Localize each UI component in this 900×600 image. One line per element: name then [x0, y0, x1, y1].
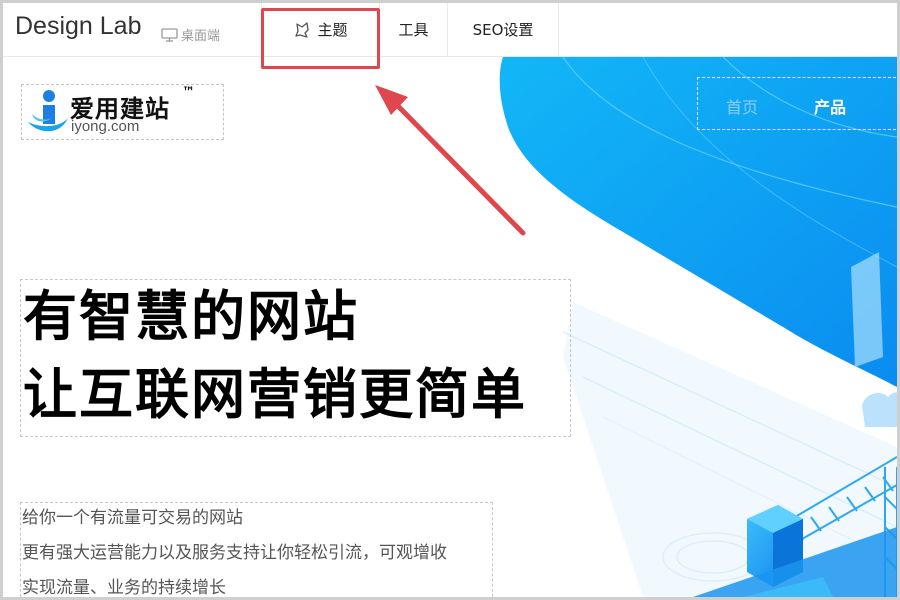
logo-trademark: ™: [182, 85, 195, 100]
monitor-icon: [161, 27, 178, 42]
logo-domain-text: iyong.com: [71, 118, 140, 135]
description-line-3: 实现流量、业务的持续增长: [22, 578, 226, 597]
site-nav: 首页 产品: [697, 77, 897, 130]
site-canvas: 爱用建站 ™ iyong.com 首页 产品 有智慧的网站 让互联网营销更简单 …: [3, 57, 897, 597]
hero-heading-line-1: 有智慧的网站: [23, 285, 359, 348]
description-line-2: 更有强大运营能力以及服务支持让你轻松引流，可观增收: [22, 543, 447, 563]
hero-heading-block[interactable]: 有智慧的网站 让互联网营销更简单: [20, 279, 571, 437]
hero-heading-line-2: 让互联网营销更简单: [23, 363, 527, 426]
nav-item-home[interactable]: 首页: [726, 94, 758, 118]
app-title: Design Lab: [15, 12, 142, 40]
hero-description-block[interactable]: 给你一个有流量可交易的网站 更有强大运营能力以及服务支持让你轻松引流，可观增收 …: [20, 502, 493, 597]
description-line-1: 给你一个有流量可交易的网站: [22, 508, 243, 528]
editor-window: Design Lab 桌面端 主题 工具 SEO设置 爱用建站 ™ iyong.…: [0, 0, 900, 600]
annotation-highlight-box: [261, 8, 380, 69]
editor-toolbar: Design Lab 桌面端 主题 工具 SEO设置: [3, 3, 897, 57]
tab-seo-settings[interactable]: SEO设置: [447, 3, 559, 56]
tab-seo-label: SEO设置: [472, 21, 534, 39]
tab-tools[interactable]: 工具: [379, 3, 447, 56]
tab-tools-label: 工具: [398, 21, 429, 39]
device-label: 桌面端: [181, 29, 221, 44]
nav-item-products[interactable]: 产品: [814, 94, 846, 118]
site-logo[interactable]: 爱用建站 ™ iyong.com: [21, 84, 224, 140]
device-switch[interactable]: 桌面端: [161, 25, 220, 44]
logo-mark-icon: [28, 90, 68, 132]
